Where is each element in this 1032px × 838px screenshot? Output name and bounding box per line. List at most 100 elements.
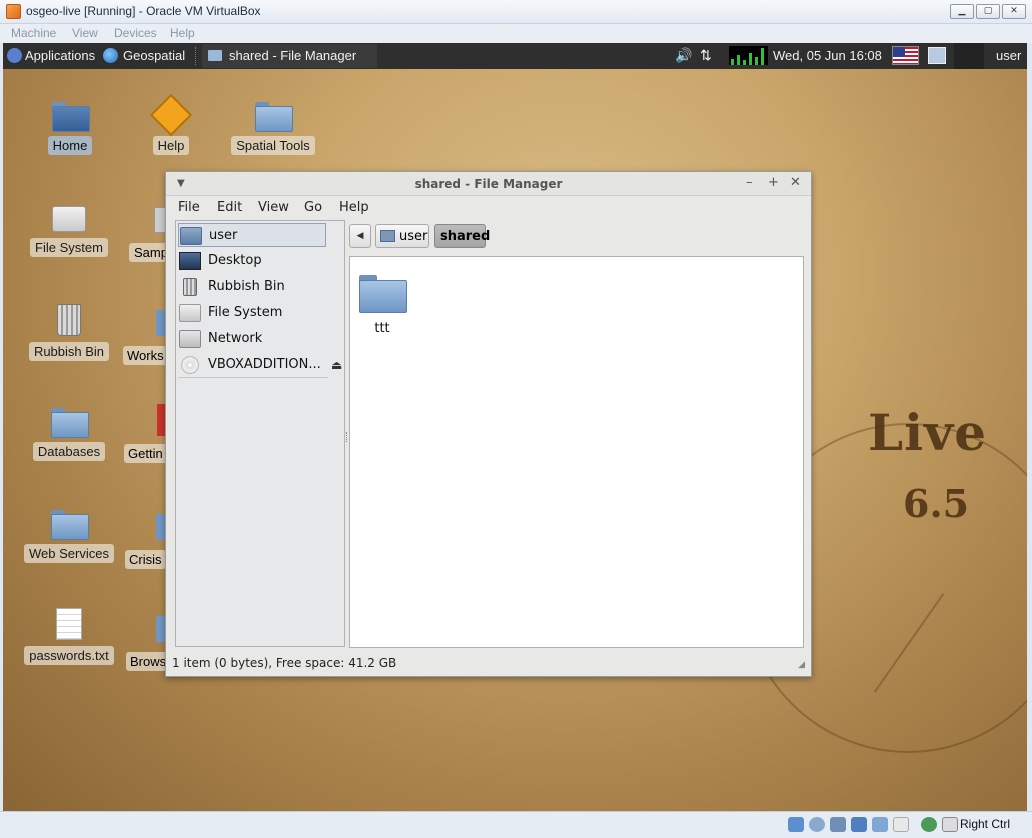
desktop-icon-getting-started[interactable]: Gettin [124,404,165,463]
desktop-icon-file-system[interactable]: File System [21,202,117,257]
network-icon [179,330,201,348]
menu-devices[interactable]: Devices [114,26,157,40]
menu-help[interactable]: Help [339,200,369,215]
host-status-bar: Right Ctrl [0,811,1032,838]
file-manager-title-bar[interactable]: ▼ shared - File Manager – + ✕ [166,172,811,196]
status-bar-text: 1 item (0 bytes), Free space: 41.2 GB [172,656,397,670]
desktop-icon-crisis[interactable]: Crisis [125,508,165,569]
xfce-menu-icon[interactable] [7,48,22,63]
clock[interactable]: Wed, 05 Jun 16:08 [773,48,882,63]
taskbar-file-manager[interactable]: shared - File Manager [202,44,377,68]
sidebar-item-network[interactable]: Network [178,327,326,351]
volume-icon[interactable]: 🔊 [675,47,692,64]
desktop-icon-label: Spatial Tools [231,136,315,155]
video-capture-icon[interactable] [893,817,909,832]
close-icon[interactable]: ✕ [790,175,801,190]
desktop-icon-workshop[interactable]: Works [123,304,165,365]
desktop-icon-rubbish-bin[interactable]: Rubbish Bin [21,304,117,361]
menu-view[interactable]: View [258,200,289,215]
menu-help[interactable]: Help [170,26,195,40]
desktop-icon [179,252,201,270]
desktop-icon-web-services[interactable]: Web Services [21,508,117,563]
host-key-label: Right Ctrl [960,817,1011,831]
folder-icon [51,406,89,438]
desktop-icon-label: Brows [126,652,165,671]
menu-view[interactable]: View [72,26,98,40]
drive-icon [154,207,165,233]
sidebar-item-file-system[interactable]: File System [178,301,326,325]
file-manager-window[interactable]: ▼ shared - File Manager – + ✕ File Edit … [165,171,812,677]
sidebar-divider [178,377,328,378]
text-file-icon [56,608,82,640]
live-logo: Live [868,403,988,462]
menu-machine[interactable]: Machine [11,26,56,40]
resize-grip-icon[interactable]: ◢ [798,660,805,670]
desktop-icon-passwords-txt[interactable]: passwords.txt [21,608,117,665]
desktop-icon-databases[interactable]: Databases [21,406,117,461]
show-desktop-icon[interactable] [928,47,946,64]
breadcrumb-shared[interactable]: shared [434,224,490,248]
desktop-icon-label: Web Services [24,544,114,563]
file-item-ttt[interactable]: ttt [358,273,407,336]
file-view[interactable]: ttt [349,256,804,648]
desktop-icon-home[interactable]: Home [22,100,118,155]
sidebar-item-vboxadditions[interactable]: VBOXADDITION... ⏏ [178,353,344,377]
user-menu[interactable]: user [996,48,1021,63]
folder-icon [208,50,222,61]
desktop-icon-samples[interactable]: Samp [129,203,165,262]
home-folder-icon [380,230,395,242]
desktop-icon-label: Gettin [124,444,165,463]
help-icon [149,93,193,137]
desktop-icon-browser[interactable]: Brows [126,610,165,671]
breadcrumb-label: shared [440,229,491,244]
menu-edit[interactable]: Edit [217,200,242,215]
desktop-icon-label: Home [47,136,93,155]
network-icon[interactable] [851,817,867,832]
us-flag-icon[interactable] [892,46,919,65]
drive-icon [52,206,86,232]
desktop-icon-spatial-tools[interactable]: Spatial Tools [225,100,321,155]
applications-menu[interactable]: Applications [25,48,95,63]
maximize-icon[interactable]: + [768,175,779,190]
desktop-icon-label: Rubbish Bin [28,342,110,361]
maximize-button[interactable]: ▢ [976,4,1000,19]
sidebar-item-label: user [209,228,238,243]
host-key-icon [942,817,958,832]
usb-icon[interactable] [830,817,846,832]
folder-icon [255,100,293,132]
folder-icon [51,508,89,540]
host-menu-bar: Machine View Devices Help [0,24,1032,43]
folder-icon [156,514,165,540]
close-button[interactable]: ✕ [1002,4,1026,19]
shared-folders-icon[interactable] [872,817,888,832]
desktop-icon-help[interactable]: Help [123,93,219,155]
minimize-button[interactable]: ▁ [950,4,974,19]
live-version: 6.5 [903,481,970,526]
eject-icon[interactable]: ⏏ [331,358,342,372]
folder-icon [156,310,165,336]
globe-icon[interactable] [103,48,118,63]
network-arrows-icon[interactable]: ⇅ [700,47,712,64]
menu-go[interactable]: Go [304,200,322,215]
desktop-icon-label: Samp [129,243,165,262]
sidebar-item-rubbish-bin[interactable]: Rubbish Bin [178,275,326,299]
sidebar-item-desktop[interactable]: Desktop [178,249,326,273]
minimize-icon[interactable]: – [746,175,753,190]
sidebar-item-label: File System [208,305,283,320]
cd-icon [181,356,199,374]
desktop-icon-label: Crisis [125,550,165,569]
sidebar-item-user[interactable]: user [178,223,326,247]
panel-spacer [954,43,984,69]
guest-desktop[interactable]: Live 6.5 Applications Geospatial shared … [3,43,1027,811]
file-item-label: ttt [374,321,390,336]
geospatial-menu[interactable]: Geospatial [123,48,185,63]
home-folder-icon [52,100,90,132]
cpu-graph [729,46,768,65]
hdd-icon[interactable] [788,817,804,832]
breadcrumb-back-button[interactable]: ◀ [349,224,371,248]
menu-file[interactable]: File [178,200,200,215]
mouse-integration-icon[interactable] [921,817,937,832]
desktop-icon-label: Help [152,136,190,155]
breadcrumb-user[interactable]: user [375,224,429,248]
optical-drive-icon[interactable] [809,817,825,832]
